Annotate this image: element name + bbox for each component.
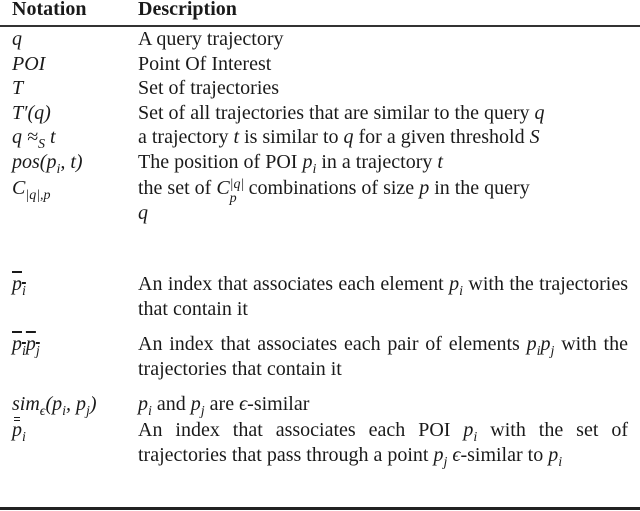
- description-cell: Point Of Interest: [138, 52, 272, 75]
- description-cell: The position of POI pi in a trajectory t: [138, 150, 443, 177]
- description-cell: Set of all trajectories that are similar…: [138, 101, 545, 124]
- description-cell: An index that associates each pair of el…: [138, 333, 628, 380]
- bottom-rule: [0, 507, 640, 510]
- description-cell: An index that associates each element pi…: [138, 273, 628, 320]
- notation-cell: pipj: [12, 333, 40, 359]
- description-cell: a trajectory t is similar to q for a giv…: [138, 126, 540, 148]
- description-cell: A query trajectory: [138, 28, 284, 50]
- description-cell: An index that associates each POI pi wit…: [138, 419, 628, 470]
- header-description: Description: [138, 0, 237, 20]
- description-cell: the set of Cp |q| combinations of size p …: [138, 177, 530, 224]
- notation-cell: pi: [12, 417, 26, 445]
- description-cell: Set of trajectories: [138, 77, 280, 99]
- notation-cell: q ≈S t: [12, 126, 56, 152]
- notation-cell: pi: [12, 273, 26, 299]
- notation-cell: POI: [12, 52, 46, 75]
- notation-cell: T′(q): [12, 101, 51, 124]
- notation-cell: q: [12, 28, 22, 50]
- notation-cell: C|q|,p: [12, 177, 51, 203]
- notation-cell: simϵ(pi, pj): [12, 393, 97, 419]
- notation-cell: pos(pi, t): [12, 150, 83, 177]
- description-cell: pi and pj are ϵ-similar: [138, 393, 310, 419]
- header-notation: Notation: [12, 0, 87, 20]
- notation-cell: T: [12, 77, 24, 99]
- table-header: Notation Description: [0, 0, 640, 24]
